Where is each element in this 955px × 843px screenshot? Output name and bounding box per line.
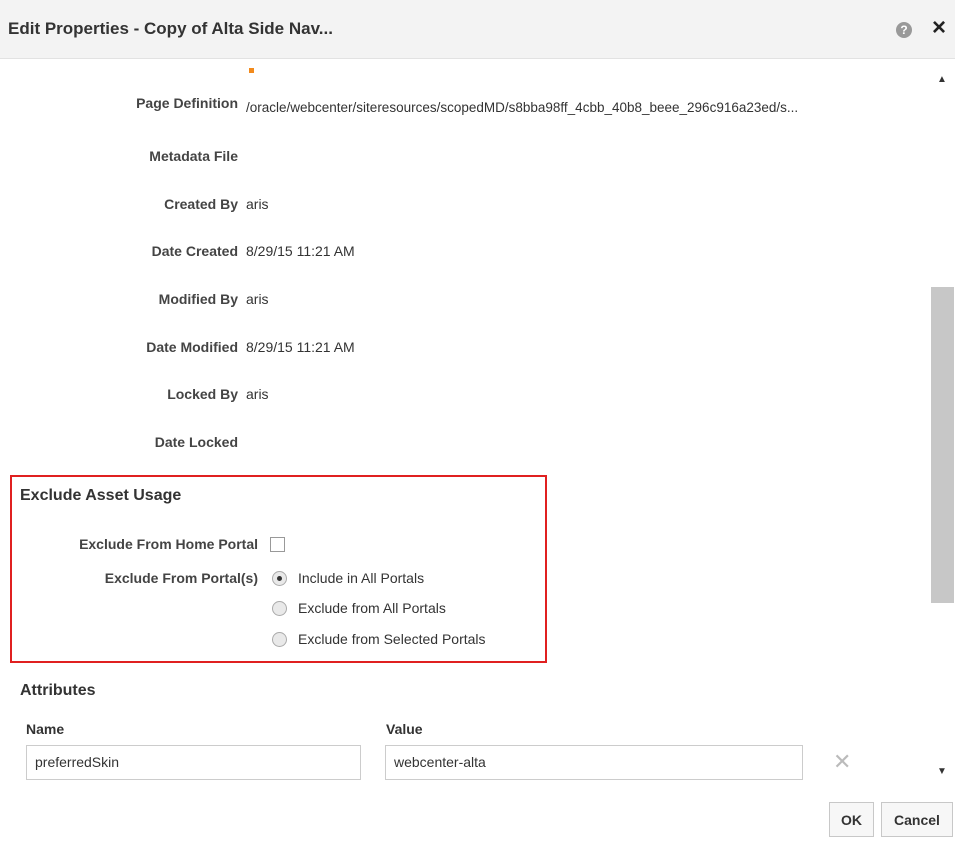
ok-button[interactable]: OK (829, 802, 874, 837)
radio-exclude-all-portals-label: Exclude from All Portals (298, 600, 446, 616)
modified-by-value: aris (246, 291, 269, 307)
close-icon[interactable]: × (932, 16, 946, 40)
date-modified-label: Date Modified (146, 339, 238, 355)
attributes-value-header: Value (386, 721, 423, 737)
exclude-portals-label: Exclude From Portal(s) (104, 570, 258, 586)
exclude-section-title: Exclude Asset Usage (20, 487, 182, 504)
scroll-down-icon[interactable]: ▼ (937, 766, 947, 777)
modified-by-label: Modified By (158, 291, 238, 307)
attribute-value-input[interactable]: webcenter-alta (385, 745, 803, 780)
radio-exclude-all-portals[interactable] (272, 601, 287, 616)
radio-exclude-selected-portals-label: Exclude from Selected Portals (298, 631, 486, 647)
radio-exclude-selected-portals[interactable] (272, 632, 287, 647)
attributes-title: Attributes (20, 682, 96, 699)
attribute-name-input[interactable]: preferredSkin (26, 745, 361, 780)
created-by-value: aris (246, 196, 269, 212)
exclude-home-portal-label: Exclude From Home Portal (79, 536, 258, 552)
metadata-file-label: Metadata File (149, 148, 238, 164)
required-marker (249, 68, 254, 73)
remove-attribute-icon[interactable]: ✕ (833, 751, 851, 773)
attributes-name-header: Name (26, 721, 65, 737)
date-created-label: Date Created (151, 243, 238, 259)
date-created-value: 8/29/15 11:21 AM (246, 243, 355, 259)
radio-include-all-portals-label: Include in All Portals (298, 570, 425, 586)
date-locked-label: Date Locked (154, 434, 238, 450)
help-icon[interactable]: ? (896, 22, 912, 38)
exclude-home-portal-checkbox[interactable] (270, 537, 285, 552)
created-by-label: Created By (164, 196, 238, 212)
dialog-title: Edit Properties - Copy of Alta Side Nav.… (8, 19, 333, 38)
locked-by-label: Locked By (167, 386, 238, 402)
scroll-thumb[interactable] (931, 287, 954, 603)
page-definition-value: /oracle/webcenter/siteresources/scopedMD… (246, 100, 799, 115)
dialog-titlebar: Edit Properties - Copy of Alta Side Nav.… (0, 0, 955, 59)
date-modified-value: 8/29/15 11:21 AM (246, 339, 355, 355)
locked-by-value: aris (246, 386, 269, 402)
radio-include-all-portals[interactable] (272, 571, 287, 586)
cancel-button[interactable]: Cancel (881, 802, 953, 837)
scroll-up-icon[interactable]: ▲ (937, 74, 947, 85)
page-definition-label: Page Definition (136, 95, 238, 111)
